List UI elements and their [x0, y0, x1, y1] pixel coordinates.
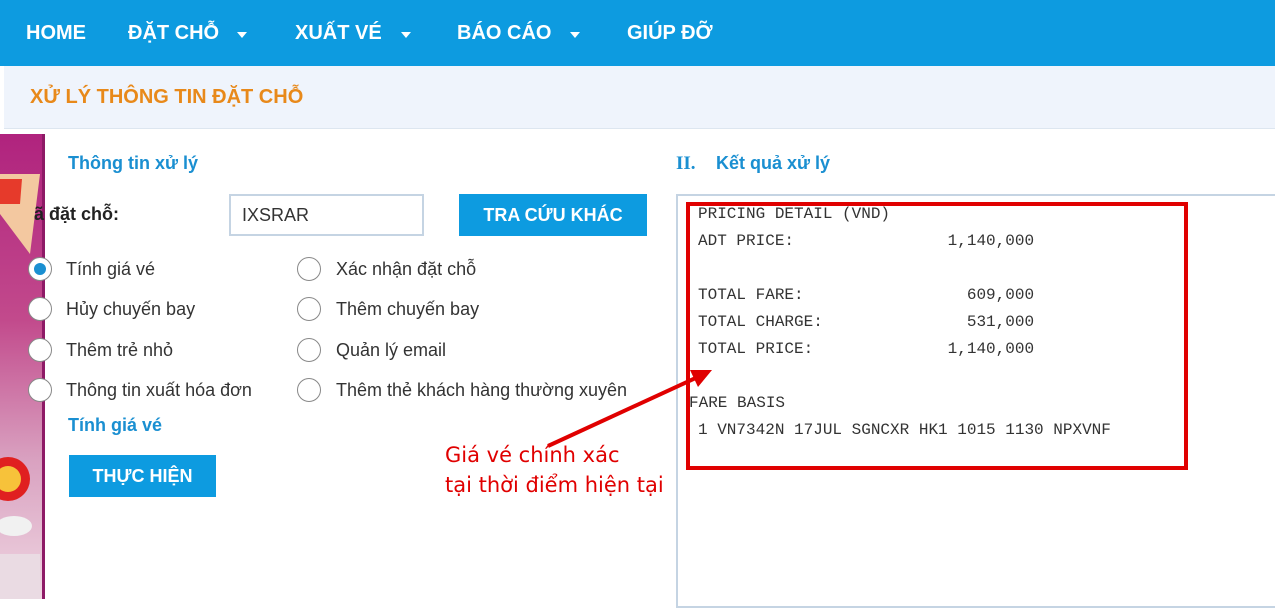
chevron-down-icon[interactable]	[401, 32, 411, 38]
option-label[interactable]: Tính giá vé	[66, 259, 155, 280]
option-label[interactable]: Hủy chuyến bay	[66, 299, 195, 320]
booking-code-input[interactable]: IXSRAR	[229, 194, 424, 236]
annotation-line2: tại thời điểm hiện tại	[445, 473, 664, 497]
option-label[interactable]: Quản lý email	[336, 340, 446, 361]
radio-confirm-booking[interactable]	[297, 257, 321, 281]
annotation-line1: Giá vé chính xác	[445, 443, 620, 467]
radio-selected-dot	[34, 263, 46, 275]
section-number: II.	[676, 153, 696, 174]
radio-add-frequent-flyer[interactable]	[297, 378, 321, 402]
radio-price-ticket[interactable]	[28, 257, 52, 281]
radio-invoice-info[interactable]	[28, 378, 52, 402]
chevron-down-icon[interactable]	[237, 32, 247, 38]
nav-help[interactable]: GIÚP ĐỠ	[627, 0, 713, 66]
selected-action-title: Tính giá vé	[68, 415, 163, 435]
radio-add-flight[interactable]	[297, 297, 321, 321]
page-title-bar: XỬ LÝ THÔNG TIN ĐẶT CHỖ	[4, 66, 1275, 129]
section-title-processing-info: Thông tin xử lý	[68, 153, 199, 173]
nav-booking[interactable]: ĐẶT CHỖ	[128, 0, 219, 66]
booking-code-label: ã đặt chỗ:	[34, 204, 120, 224]
highlight-box	[686, 202, 1188, 470]
chevron-down-icon[interactable]	[570, 32, 580, 38]
radio-manage-email[interactable]	[297, 338, 321, 362]
option-label[interactable]: Xác nhận đặt chỗ	[336, 259, 476, 280]
option-label[interactable]: Thêm trẻ nhỏ	[66, 340, 173, 361]
radio-add-infant[interactable]	[28, 338, 52, 362]
lookup-other-button[interactable]: TRA CỨU KHÁC	[459, 194, 647, 236]
nav-home[interactable]: HOME	[26, 0, 86, 66]
top-navbar: HOME ĐẶT CHỖ XUẤT VÉ BÁO CÁO GIÚP ĐỠ	[0, 0, 1275, 66]
nav-ticketing[interactable]: XUẤT VÉ	[295, 0, 382, 66]
nav-reports[interactable]: BÁO CÁO	[457, 0, 551, 66]
option-label[interactable]: Thông tin xuất hóa đơn	[66, 380, 252, 401]
execute-button[interactable]: THỰC HIỆN	[69, 455, 216, 497]
section-title-result: Kết quả xử lý	[716, 153, 831, 173]
option-label[interactable]: Thêm thẻ khách hàng thường xuyên	[336, 380, 627, 401]
page-title: XỬ LÝ THÔNG TIN ĐẶT CHỖ	[30, 86, 304, 108]
radio-cancel-flight[interactable]	[28, 297, 52, 321]
option-label[interactable]: Thêm chuyến bay	[336, 299, 479, 320]
